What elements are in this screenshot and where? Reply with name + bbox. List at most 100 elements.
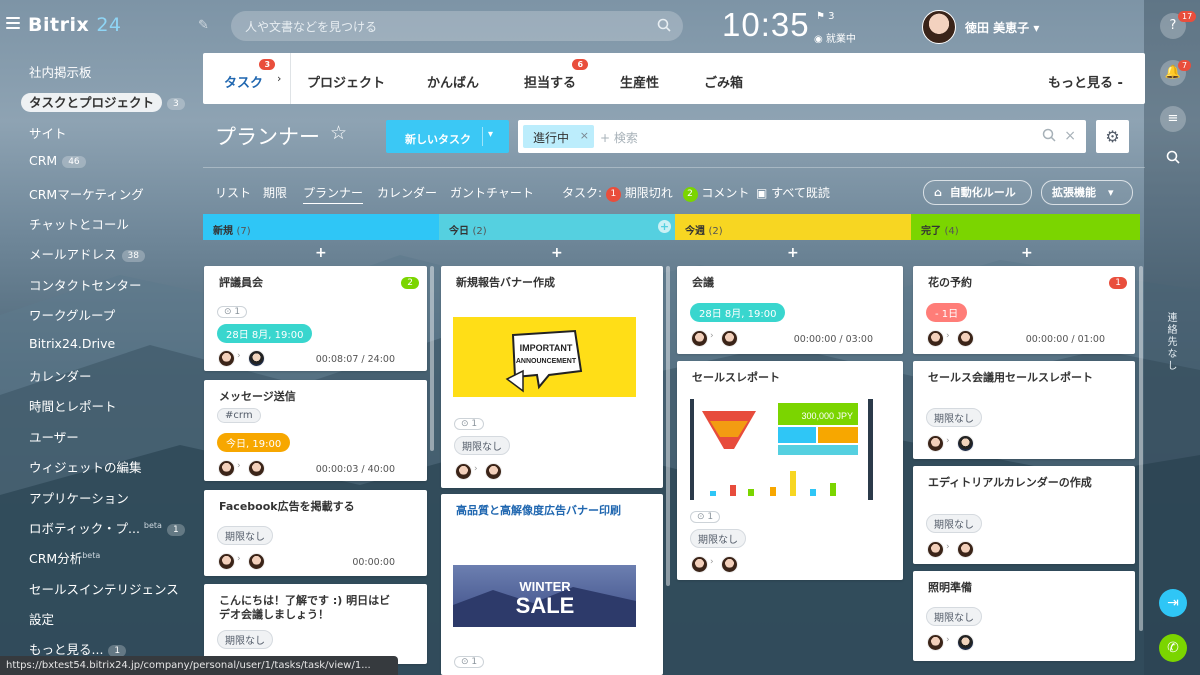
column-header-done[interactable]: 完了 (4): [911, 214, 1140, 240]
sidebar-item-calendar[interactable]: カレンダー: [29, 366, 92, 385]
avatar[interactable]: [927, 435, 944, 452]
task-title[interactable]: 評議員会: [219, 276, 263, 290]
work-status[interactable]: ◉ 就業中: [814, 30, 856, 45]
clear-icon[interactable]: ×: [1064, 128, 1076, 144]
close-icon[interactable]: ×: [580, 129, 589, 142]
deadline-badge[interactable]: 期限なし: [690, 529, 746, 548]
avatar[interactable]: [721, 556, 738, 573]
sales-report-image[interactable]: 300,000 JPY: [690, 399, 873, 500]
add-task-new[interactable]: +: [315, 245, 327, 261]
avatar[interactable]: [455, 463, 472, 480]
task-title[interactable]: 高品質と高解像度広告バナー印刷: [456, 504, 636, 518]
extensions-button[interactable]: 拡張機能 ▾: [1041, 180, 1133, 205]
search-icon[interactable]: [657, 18, 671, 32]
tab-more[interactable]: もっと見る -: [1048, 72, 1123, 91]
overdue-label[interactable]: 期限切れ: [625, 186, 673, 200]
avatar[interactable]: [248, 553, 265, 570]
chat-icon[interactable]: ≡: [1160, 106, 1186, 132]
task-card[interactable]: エディトリアルカレンダーの作成 期限なし ›: [913, 466, 1135, 564]
view-gantt[interactable]: ガントチャート: [450, 184, 534, 201]
task-title[interactable]: メッセージ送信: [219, 390, 296, 404]
tag-badge[interactable]: #crm: [217, 408, 261, 423]
sidebar-item-contact-center[interactable]: コンタクトセンター: [29, 275, 142, 294]
sidebar-item-robotic[interactable]: ロボティック・プ... beta 1: [29, 518, 185, 537]
avatar[interactable]: [927, 330, 944, 347]
announcement-image[interactable]: IMPORTANT ANNOUNCEMENT: [453, 317, 636, 397]
user-name[interactable]: 徳田 美恵子 ▾: [965, 19, 1039, 36]
sidebar-item-users[interactable]: ユーザー: [29, 427, 79, 446]
phone-icon[interactable]: ✆: [1159, 634, 1187, 662]
task-title[interactable]: 会議: [692, 276, 714, 290]
overdue-count[interactable]: 1: [605, 187, 621, 202]
sidebar-item-tasks[interactable]: タスクとプロジェクト 3: [21, 92, 185, 112]
sidebar-item-drive[interactable]: Bitrix24.Drive: [29, 336, 115, 351]
search-right-icon[interactable]: [1160, 144, 1186, 170]
deadline-badge[interactable]: 期限なし: [926, 607, 982, 626]
avatar[interactable]: [218, 350, 235, 367]
comment-label[interactable]: コメント: [701, 186, 749, 200]
sidebar-item-chat[interactable]: チャットとコール: [29, 214, 129, 233]
task-card[interactable]: 高品質と高解像度広告バナー印刷 WINTER SALE ⊙ 1: [441, 494, 663, 675]
avatar[interactable]: [957, 330, 974, 347]
sidebar-item-crm[interactable]: CRM 46: [29, 153, 86, 168]
view-calendar[interactable]: カレンダー: [377, 184, 437, 201]
read-all-link[interactable]: ▣ すべて既読: [756, 184, 830, 201]
new-task-button[interactable]: 新しいタスク ▾: [386, 120, 509, 153]
deadline-badge[interactable]: 期限なし: [454, 436, 510, 455]
avatar[interactable]: [927, 541, 944, 558]
deadline-badge[interactable]: 今日, 19:00: [217, 433, 291, 452]
task-card[interactable]: セールス会議用セールスレポート 期限なし ›: [913, 361, 1135, 459]
task-card[interactable]: こんにちは！了解です :) 明日はビデオ会議しましょう！ 期限なし: [204, 584, 427, 664]
avatar[interactable]: [957, 541, 974, 558]
avatar[interactable]: [218, 553, 235, 570]
view-list[interactable]: リスト: [215, 184, 251, 201]
deadline-badge[interactable]: - 1日: [926, 303, 968, 322]
task-card[interactable]: 照明準備 期限なし ›: [913, 571, 1135, 661]
tab-kanban[interactable]: かんばん: [427, 72, 479, 91]
column-header-week[interactable]: 今週 (2): [675, 214, 919, 240]
avatar[interactable]: [957, 435, 974, 452]
search-input[interactable]: 人や文書などを見つける: [231, 11, 683, 41]
sidebar-item-workgroups[interactable]: ワークグループ: [29, 305, 115, 324]
task-title[interactable]: 新規報告バナー作成: [456, 276, 555, 290]
sidebar-item-apps[interactable]: アプリケーション: [29, 488, 129, 507]
sidebar-item-mail[interactable]: メールアドレス 38: [29, 244, 145, 263]
task-title[interactable]: Facebook広告を掲載する: [219, 500, 355, 514]
exit-icon[interactable]: ⇥: [1159, 589, 1187, 617]
chevron-right-icon[interactable]: ›: [277, 72, 281, 85]
avatar[interactable]: [691, 556, 708, 573]
avatar[interactable]: [721, 330, 738, 347]
task-title[interactable]: セールスレポート: [692, 371, 780, 385]
comment-badge[interactable]: 2: [401, 277, 419, 289]
tab-tasks[interactable]: タスク 3: [224, 59, 276, 91]
task-card[interactable]: メッセージ送信 #crm 今日, 19:00 › 00:00:03 / 40:0…: [204, 380, 427, 481]
task-card[interactable]: セールスレポート 300,000 JPY ⊙ 1 期限なし ›: [677, 361, 903, 580]
filter-chip[interactable]: 進行中 ×: [523, 125, 594, 148]
task-card[interactable]: 新規報告バナー作成 IMPORTANT ANNOUNCEMENT ⊙ 1 期限な…: [441, 266, 663, 488]
chevron-down-icon[interactable]: ▾: [488, 129, 493, 140]
task-card[interactable]: 会議 28日 8月, 19:00 › 00:00:00 / 03:00: [677, 266, 903, 354]
sidebar-item-widgets[interactable]: ウィジェットの編集: [29, 457, 142, 476]
avatar[interactable]: [957, 634, 974, 651]
deadline-badge[interactable]: 28日 8月, 19:00: [690, 303, 786, 322]
app-logo[interactable]: Bitrix 24: [28, 14, 122, 36]
add-task-done[interactable]: +: [1021, 245, 1033, 261]
deadline-badge[interactable]: 期限なし: [926, 514, 982, 533]
task-card[interactable]: 評議員会 2 ⊙ 1 28日 8月, 19:00 › 00:08:07 / 24…: [204, 266, 427, 371]
add-task-today[interactable]: +: [551, 245, 563, 261]
comment-badge[interactable]: 1: [1109, 277, 1127, 289]
menu-icon[interactable]: [6, 17, 20, 29]
sidebar-item-sites[interactable]: サイト: [29, 123, 67, 142]
task-card[interactable]: 花の予約 1 - 1日 › 00:00:00 / 01:00: [913, 266, 1135, 354]
comment-count[interactable]: 2: [682, 187, 698, 202]
scrollbar[interactable]: [1139, 266, 1143, 631]
filter-search-input[interactable]: 進行中 × + 検索 ×: [518, 120, 1086, 153]
tab-projects[interactable]: プロジェクト: [307, 72, 385, 91]
avatar[interactable]: [691, 330, 708, 347]
tab-productivity[interactable]: 生産性: [620, 72, 659, 91]
task-title[interactable]: こんにちは！了解です :) 明日はビデオ会議しましょう！: [219, 594, 394, 622]
sidebar-item-feed[interactable]: 社内掲示板: [29, 62, 92, 81]
add-task-week[interactable]: +: [787, 245, 799, 261]
tab-trash[interactable]: ごみ箱: [704, 72, 743, 91]
avatar[interactable]: [485, 463, 502, 480]
